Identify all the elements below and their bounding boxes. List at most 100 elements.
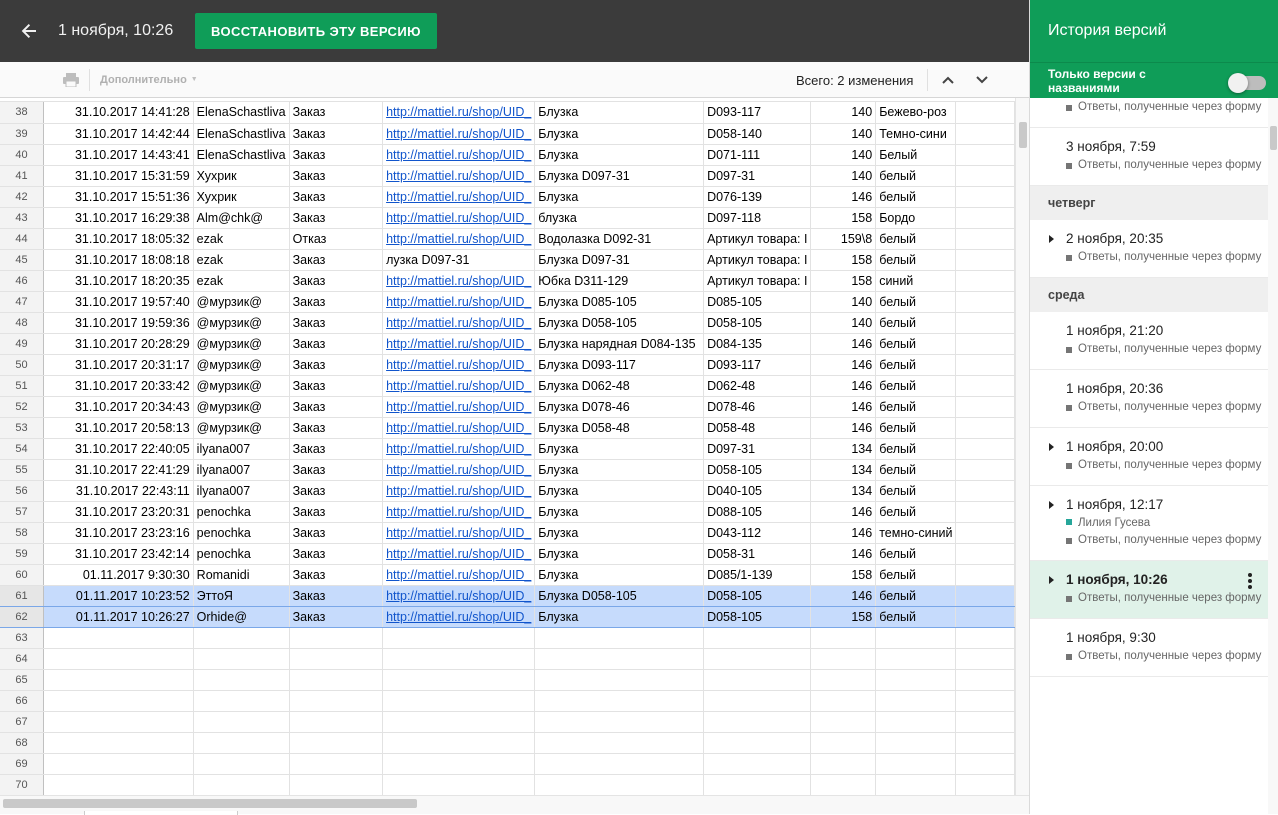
- article-cell[interactable]: D058-48: [703, 417, 812, 439]
- extra-cell[interactable]: [955, 669, 1015, 691]
- version-item[interactable]: 1 ноября, 12:17 Лилия Гусева Ответы, получ…: [1030, 486, 1268, 561]
- row-number[interactable]: 41: [0, 165, 45, 187]
- user-cell[interactable]: ElenaSchastliva: [193, 102, 290, 124]
- color-cell[interactable]: Бордо: [875, 207, 957, 229]
- user-cell[interactable]: Romanidi: [193, 564, 290, 586]
- user-cell[interactable]: [193, 774, 290, 795]
- type-cell[interactable]: [289, 627, 384, 649]
- article-cell[interactable]: D097-31: [703, 438, 812, 460]
- row-number[interactable]: 58: [0, 522, 45, 544]
- color-cell[interactable]: белый: [875, 501, 957, 523]
- table-row[interactable]: 44 31.10.2017 18:05:32 ezak Отказ http://mat…: [0, 228, 1015, 250]
- version-item[interactable]: 1 ноября, 20:00 Ответы, полученные через …: [1030, 428, 1268, 486]
- size-cell[interactable]: [810, 627, 877, 649]
- row-number[interactable]: 55: [0, 459, 45, 481]
- size-cell[interactable]: 134: [810, 480, 877, 502]
- product-cell[interactable]: [534, 627, 705, 649]
- timestamp-cell[interactable]: 31.10.2017 20:28:29: [43, 333, 194, 355]
- user-cell[interactable]: ilyana007: [193, 480, 290, 502]
- scrollbar-thumb[interactable]: [1270, 126, 1277, 150]
- restore-version-button[interactable]: ВОССТАНОВИТЬ ЭТУ ВЕРСИЮ: [195, 13, 437, 49]
- link-cell[interactable]: [382, 690, 536, 712]
- table-row[interactable]: 43 31.10.2017 16:29:38 Alm@chk@ Заказ http:/…: [0, 207, 1015, 229]
- row-number[interactable]: 64: [0, 648, 45, 670]
- user-cell[interactable]: [193, 753, 290, 775]
- product-cell[interactable]: [534, 774, 705, 795]
- extra-cell[interactable]: [955, 333, 1015, 355]
- user-cell[interactable]: @мурзик@: [193, 417, 290, 439]
- row-number[interactable]: 63: [0, 627, 45, 649]
- product-cell[interactable]: Блузка D058-105: [534, 584, 705, 607]
- extra-cell[interactable]: [955, 501, 1015, 523]
- article-cell[interactable]: D058-31: [703, 543, 812, 565]
- size-cell[interactable]: 146: [810, 375, 877, 397]
- extra-cell[interactable]: [955, 123, 1015, 145]
- article-cell[interactable]: D058-105: [703, 459, 812, 481]
- product-cell[interactable]: Блузка D078-46: [534, 396, 705, 418]
- timestamp-cell[interactable]: [43, 753, 194, 775]
- timestamp-cell[interactable]: 31.10.2017 18:05:32: [43, 228, 194, 250]
- timestamp-cell[interactable]: 31.10.2017 14:41:28: [43, 102, 194, 124]
- color-cell[interactable]: белый: [875, 605, 957, 628]
- row-number[interactable]: 66: [0, 690, 45, 712]
- color-cell[interactable]: белый: [875, 228, 957, 250]
- user-cell[interactable]: @мурзик@: [193, 312, 290, 334]
- extra-cell[interactable]: [955, 605, 1015, 628]
- article-cell[interactable]: [703, 732, 812, 754]
- color-cell[interactable]: белый: [875, 543, 957, 565]
- type-cell[interactable]: Заказ: [289, 144, 384, 166]
- row-number[interactable]: 54: [0, 438, 45, 460]
- product-cell[interactable]: Юбка D311-129: [534, 270, 705, 292]
- row-number[interactable]: 47: [0, 291, 45, 313]
- link-cell[interactable]: http://mattiel.ru/shop/UID_: [382, 480, 536, 502]
- color-cell[interactable]: белый: [875, 584, 957, 607]
- type-cell[interactable]: Заказ: [289, 584, 384, 607]
- article-cell[interactable]: D071-111: [703, 144, 812, 166]
- color-cell[interactable]: белый: [875, 291, 957, 313]
- row-number[interactable]: 67: [0, 711, 45, 733]
- expand-arrow-icon[interactable]: [1049, 235, 1054, 243]
- link-cell[interactable]: [382, 753, 536, 775]
- size-cell[interactable]: 158: [810, 564, 877, 586]
- timestamp-cell[interactable]: 31.10.2017 20:58:13: [43, 417, 194, 439]
- color-cell[interactable]: темно-синий: [875, 522, 957, 544]
- expand-arrow-icon[interactable]: [1049, 443, 1054, 451]
- user-cell[interactable]: Хухрик: [193, 186, 290, 208]
- size-cell[interactable]: 140: [810, 144, 877, 166]
- chevron-down-icon[interactable]: [972, 71, 992, 89]
- back-button[interactable]: [0, 0, 58, 62]
- extra-cell[interactable]: [955, 543, 1015, 565]
- extra-cell[interactable]: [955, 228, 1015, 250]
- size-cell[interactable]: 140: [810, 291, 877, 313]
- type-cell[interactable]: Заказ: [289, 564, 384, 586]
- version-item[interactable]: 1 ноября, 20:36 Ответы, полученные через …: [1030, 370, 1268, 428]
- table-row[interactable]: 64: [0, 648, 1015, 670]
- product-cell[interactable]: Блузка: [534, 605, 705, 628]
- size-cell[interactable]: 158: [810, 605, 877, 628]
- type-cell[interactable]: [289, 774, 384, 795]
- table-row[interactable]: 38 31.10.2017 14:41:28 ElenaSchastliva Зака…: [0, 102, 1015, 124]
- size-cell[interactable]: 146: [810, 333, 877, 355]
- link-cell[interactable]: [382, 732, 536, 754]
- color-cell[interactable]: белый: [875, 480, 957, 502]
- product-cell[interactable]: [534, 711, 705, 733]
- link-cell[interactable]: лузка D097-31: [382, 249, 536, 271]
- color-cell[interactable]: белый: [875, 375, 957, 397]
- timestamp-cell[interactable]: [43, 690, 194, 712]
- sheet-tab[interactable]: [84, 811, 238, 815]
- type-cell[interactable]: [289, 711, 384, 733]
- article-cell[interactable]: [703, 711, 812, 733]
- type-cell[interactable]: Заказ: [289, 375, 384, 397]
- article-cell[interactable]: D084-135: [703, 333, 812, 355]
- color-cell[interactable]: синий: [875, 270, 957, 292]
- timestamp-cell[interactable]: 31.10.2017 22:41:29: [43, 459, 194, 481]
- timestamp-cell[interactable]: 01.11.2017 9:30:30: [43, 564, 194, 586]
- extra-cell[interactable]: [955, 207, 1015, 229]
- table-row[interactable]: 59 31.10.2017 23:42:14 penochka Заказ http:/…: [0, 543, 1015, 565]
- type-cell[interactable]: Заказ: [289, 522, 384, 544]
- product-cell[interactable]: Блузка: [534, 459, 705, 481]
- extra-cell[interactable]: [955, 165, 1015, 187]
- link-cell[interactable]: http://mattiel.ru/shop/UID_: [382, 165, 536, 187]
- color-cell[interactable]: [875, 648, 957, 670]
- product-cell[interactable]: Блузка D085-105: [534, 291, 705, 313]
